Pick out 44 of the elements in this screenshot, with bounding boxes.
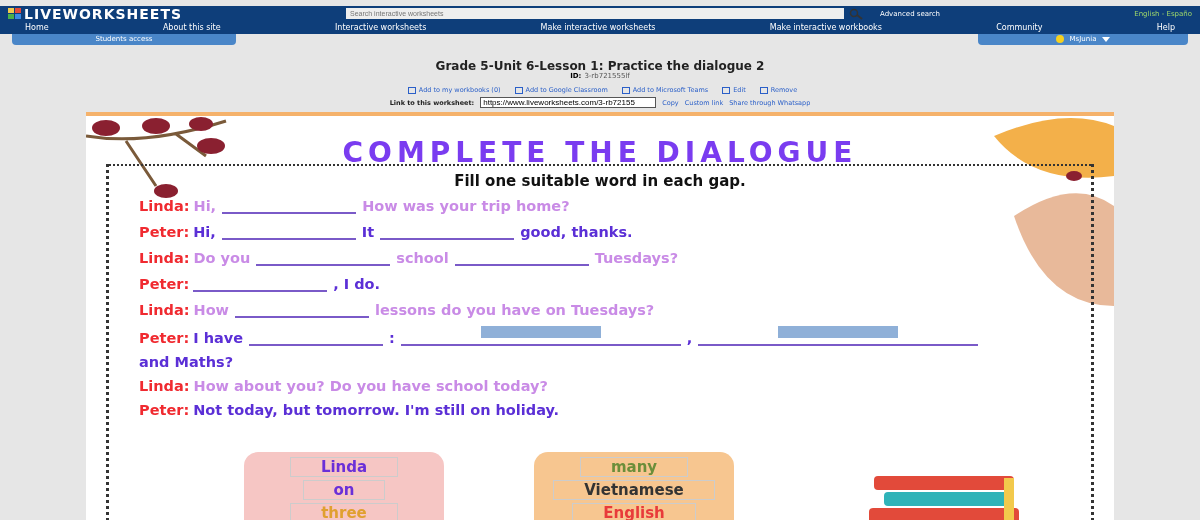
caret-icon[interactable] (1102, 36, 1111, 42)
nav-link[interactable]: Interactive worksheets (334, 23, 427, 32)
dialogue-text: , (686, 330, 693, 346)
dialogue-text: How was your trip home? (362, 198, 570, 214)
nav-link[interactable]: Make interactive worksheets (540, 23, 656, 32)
dialogue-text: Not today, but tomorrow. I'm still on holiday. (193, 402, 560, 418)
dialogue-text: How (193, 302, 229, 318)
instruction-text: Fill one suitable word in each gap. (453, 172, 747, 190)
dialogue-text: school (396, 250, 449, 266)
status-dot-icon (1055, 35, 1064, 43)
speaker-name: Peter: (139, 276, 190, 292)
dialogue-text: , I do. (333, 276, 381, 292)
picture-answer-field[interactable] (698, 326, 979, 346)
speaker-name: Peter: (139, 402, 190, 418)
speaker-name: Linda: (139, 378, 190, 394)
speaker-name: Linda: (139, 250, 190, 266)
dialogue-text: Do you (193, 250, 251, 266)
nav-link[interactable]: About this site (162, 23, 221, 32)
word-tile[interactable]: on (302, 480, 386, 500)
nav-link[interactable]: Make interactive workbooks (769, 23, 882, 32)
dialogue-text: Hi, (193, 198, 217, 214)
nav-link[interactable]: Help (1156, 23, 1175, 32)
word-tile[interactable]: Vietnamese (553, 480, 715, 500)
speaker-name: Linda: (139, 198, 190, 214)
word-tile[interactable]: Linda (289, 457, 399, 477)
picture-answer-field[interactable] (400, 326, 681, 346)
dialogue-text: : (389, 330, 395, 346)
nav-link[interactable]: Home (25, 23, 49, 32)
worksheet-title: Grade 5-Unit 6-Lesson 1: Practice the dialogue 2 (434, 59, 766, 73)
dialogue-text: It (361, 224, 375, 240)
dialogue-text: I have (193, 330, 244, 346)
dialogue-text: How about you? Do you have school today? (193, 378, 548, 394)
dialogue-text: Hi, (193, 224, 216, 240)
speaker-name: Linda: (139, 302, 190, 318)
site-logo[interactable]: LIVEWORKSHEETS (8, 5, 338, 22)
speaker-name: Peter: (139, 224, 190, 240)
dialogue-text: lessons do you have on Tuesdays? (375, 302, 655, 318)
worksheet-heading: COMPLETE THE DIALOGUE (341, 138, 859, 168)
dialogue-text: good, thanks. (520, 224, 633, 240)
nav-link[interactable]: Community (996, 23, 1043, 32)
dialogue-text: Tuesdays? (594, 250, 679, 266)
link-field[interactable]: https://www.liveworksheets.com/3-rb72155 (480, 97, 657, 108)
speaker-name: Peter: (139, 330, 190, 346)
dialogue-text: and Maths? (139, 354, 234, 370)
